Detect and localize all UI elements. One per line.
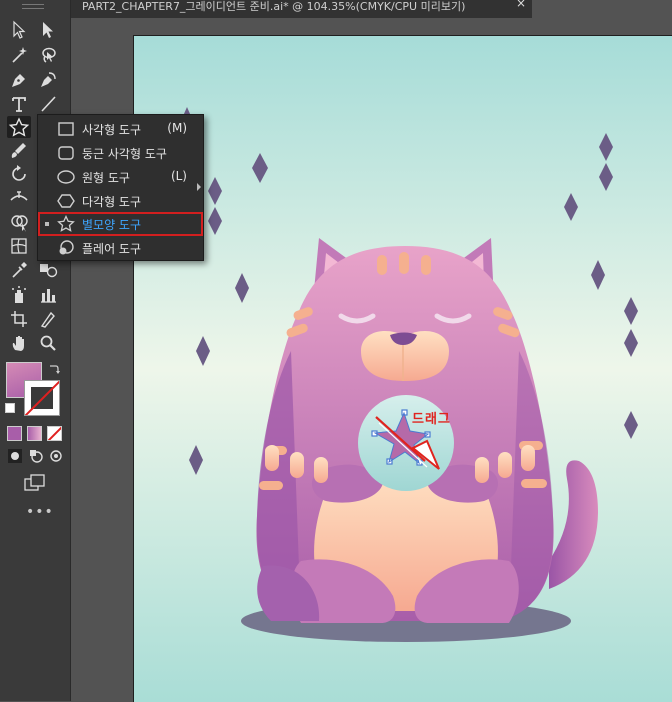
flyout-tearoff-arrow-icon[interactable] xyxy=(197,183,201,191)
shape-builder-tool-icon[interactable] xyxy=(9,212,29,232)
curvature-tool-icon[interactable] xyxy=(38,70,58,90)
color-mode-button[interactable] xyxy=(7,426,22,441)
ellipse-icon xyxy=(57,168,75,186)
rounded-rectangle-icon xyxy=(57,144,75,162)
shape-tools-flyout: 사각형 도구 (M) 둥근 사각형 도구 원형 도구 (L) 다각형 도구 별모… xyxy=(37,114,204,261)
menu-item-label: 원형 도구 xyxy=(82,171,130,185)
width-tool-icon[interactable] xyxy=(9,188,29,208)
flare-icon xyxy=(57,239,75,257)
menu-item-label: 다각형 도구 xyxy=(82,195,142,209)
line-tool-icon[interactable] xyxy=(38,94,58,114)
active-tool-bullet xyxy=(45,222,49,226)
zoom-tool-icon[interactable] xyxy=(38,333,58,353)
direct-selection-tool-icon[interactable] xyxy=(38,20,58,40)
symbol-sprayer-tool-icon[interactable] xyxy=(9,285,29,305)
mesh-tool-icon[interactable] xyxy=(9,236,29,256)
close-tab-button[interactable]: × xyxy=(516,0,526,10)
menu-item-label: 둥근 사각형 도구 xyxy=(82,147,167,161)
menu-item-shortcut: (L) xyxy=(170,169,187,183)
hand-tool-icon[interactable] xyxy=(9,333,29,353)
menu-item-rounded-rectangle-tool[interactable]: 둥근 사각형 도구 xyxy=(38,141,203,165)
pen-tool-icon[interactable] xyxy=(9,70,29,90)
menu-item-label: 별모양 도구 xyxy=(82,218,142,232)
selection-tool-icon[interactable] xyxy=(9,20,29,40)
column-graph-tool-icon[interactable] xyxy=(38,285,58,305)
gradient-mode-button[interactable] xyxy=(27,426,42,441)
screen-mode-icon[interactable] xyxy=(24,474,46,492)
type-tool-icon[interactable] xyxy=(9,94,29,114)
paintbrush-tool-icon[interactable] xyxy=(9,140,29,160)
rectangle-icon xyxy=(57,120,75,138)
default-colors-icon[interactable] xyxy=(5,403,15,413)
eyedropper-tool-icon[interactable] xyxy=(9,260,29,280)
artboard-canvas[interactable] xyxy=(133,35,672,702)
menu-item-label: 사각형 도구 xyxy=(82,123,142,137)
star-icon xyxy=(57,214,75,233)
magic-wand-tool-icon[interactable] xyxy=(9,45,29,65)
artwork xyxy=(134,36,672,702)
none-mode-button[interactable] xyxy=(47,426,62,441)
menu-item-rectangle-tool[interactable]: 사각형 도구 (M) xyxy=(38,117,203,141)
draw-behind-icon[interactable] xyxy=(28,448,44,464)
document-tab-title: PART2_CHAPTER7_그레이디언트 준비.ai* @ 104.35%(C… xyxy=(82,0,466,13)
lasso-tool-icon[interactable] xyxy=(38,45,58,65)
draw-inside-icon[interactable] xyxy=(48,448,64,464)
edit-toolbar-button[interactable]: ••• xyxy=(26,504,54,520)
drag-annotation: 드래그 xyxy=(412,412,451,427)
menu-item-polygon-tool[interactable]: 다각형 도구 xyxy=(38,189,203,213)
document-tab[interactable]: PART2_CHAPTER7_그레이디언트 준비.ai* @ 104.35%(C… xyxy=(70,0,532,18)
slice-tool-icon[interactable] xyxy=(38,309,58,329)
menu-item-label: 플레어 도구 xyxy=(82,242,142,256)
draw-normal-icon[interactable] xyxy=(7,448,23,464)
menu-item-shortcut: (M) xyxy=(167,121,187,135)
swap-fill-stroke-icon[interactable] xyxy=(47,362,61,376)
blend-tool-icon[interactable] xyxy=(38,260,58,280)
star-tool-icon[interactable] xyxy=(7,116,31,138)
tools-panel: ••• xyxy=(0,0,71,701)
menu-item-flare-tool[interactable]: 플레어 도구 xyxy=(38,236,203,260)
menu-item-star-tool[interactable]: 별모양 도구 xyxy=(38,212,203,236)
panel-grip[interactable] xyxy=(22,4,44,9)
artboard-tool-icon[interactable] xyxy=(9,309,29,329)
menu-item-ellipse-tool[interactable]: 원형 도구 (L) xyxy=(38,165,203,189)
rotate-tool-icon[interactable] xyxy=(9,164,29,184)
stroke-swatch[interactable] xyxy=(24,380,60,416)
polygon-icon xyxy=(57,192,75,210)
